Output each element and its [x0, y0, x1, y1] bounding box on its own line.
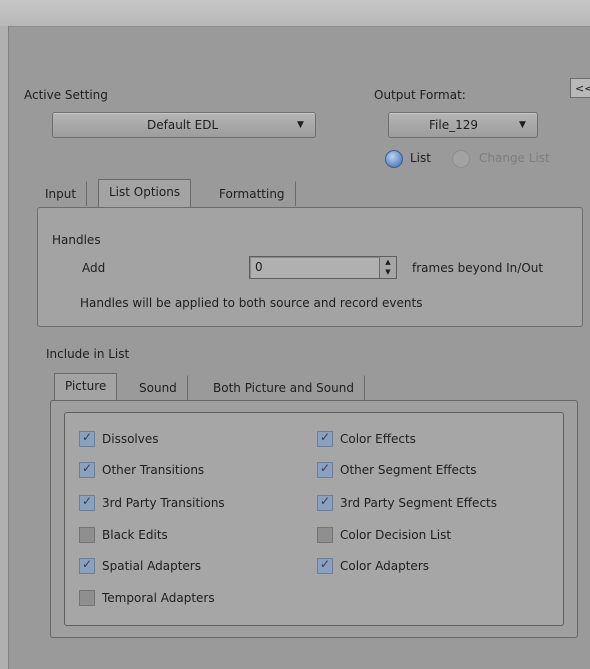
list-radio[interactable] — [385, 150, 403, 168]
handles-note: Handles will be applied to both source a… — [80, 296, 423, 310]
other-transitions-checkbox[interactable] — [79, 461, 95, 478]
handles-frames-value: 0 — [255, 260, 263, 274]
dissolves-label: Dissolves — [102, 432, 159, 446]
active-setting-label: Active Setting — [24, 88, 108, 102]
3rd-party-transitions-checkbox[interactable] — [79, 494, 95, 511]
tab-both-picture-and-sound[interactable]: Both Picture and Sound — [202, 375, 365, 400]
tab-formatting[interactable]: Formatting — [208, 181, 296, 206]
color-decision-list-label: Color Decision List — [340, 528, 452, 542]
change-list-radio[interactable] — [452, 150, 470, 168]
output-format-dropdown[interactable]: File_129 ▼ — [388, 112, 538, 138]
temporal-adapters-checkbox[interactable] — [79, 590, 95, 606]
active-setting-dropdown[interactable]: Default EDL ▼ — [52, 112, 316, 138]
chevron-down-icon: ▼ — [519, 120, 526, 130]
handles-title: Handles — [52, 233, 101, 247]
color-decision-list-checkbox[interactable] — [317, 527, 333, 543]
3rd-party-segment-effects-label: 3rd Party Segment Effects — [340, 496, 497, 510]
3rd-party-segment-effects-checkbox[interactable] — [317, 494, 333, 511]
tab-sound[interactable]: Sound — [128, 375, 188, 400]
handles-suffix: frames beyond In/Out — [412, 261, 544, 275]
spatial-adapters-label: Spatial Adapters — [102, 559, 201, 573]
window-left-edge — [0, 26, 9, 669]
active-setting-value: Default EDL — [147, 118, 219, 132]
color-adapters-label: Color Adapters — [340, 559, 430, 573]
other-segment-effects-label: Other Segment Effects — [340, 463, 477, 477]
output-format-value: File_129 — [429, 118, 478, 132]
tab-list-options[interactable]: List Options — [98, 179, 192, 207]
chevron-down-icon: ▼ — [297, 120, 304, 130]
color-adapters-checkbox[interactable] — [317, 557, 333, 574]
collapse-panel-button[interactable]: << — [570, 78, 590, 98]
window-titlebar — [0, 0, 590, 27]
black-edits-checkbox[interactable] — [79, 527, 95, 543]
other-segment-effects-checkbox[interactable] — [317, 461, 333, 478]
tab-input[interactable]: Input — [34, 181, 88, 206]
black-edits-label: Black Edits — [102, 528, 168, 542]
include-in-list-title: Include in List — [46, 347, 130, 361]
spinner-arrows-icon[interactable]: ▲ ▼ — [379, 257, 396, 278]
other-transitions-label: Other Transitions — [102, 463, 205, 477]
spatial-adapters-checkbox[interactable] — [79, 557, 95, 574]
color-effects-checkbox[interactable] — [317, 430, 333, 447]
dissolves-checkbox[interactable] — [79, 430, 95, 447]
temporal-adapters-label: Temporal Adapters — [102, 591, 215, 605]
handles-frames-input[interactable]: 0 ▲ ▼ — [249, 256, 397, 279]
3rd-party-transitions-label: 3rd Party Transitions — [102, 496, 225, 510]
tab-picture[interactable]: Picture — [54, 373, 118, 401]
color-effects-label: Color Effects — [340, 432, 416, 446]
change-list-radio-label: Change List — [479, 151, 550, 165]
output-format-label: Output Format: — [374, 88, 466, 102]
handles-add-label: Add — [82, 261, 106, 275]
list-radio-label: List — [410, 151, 431, 165]
